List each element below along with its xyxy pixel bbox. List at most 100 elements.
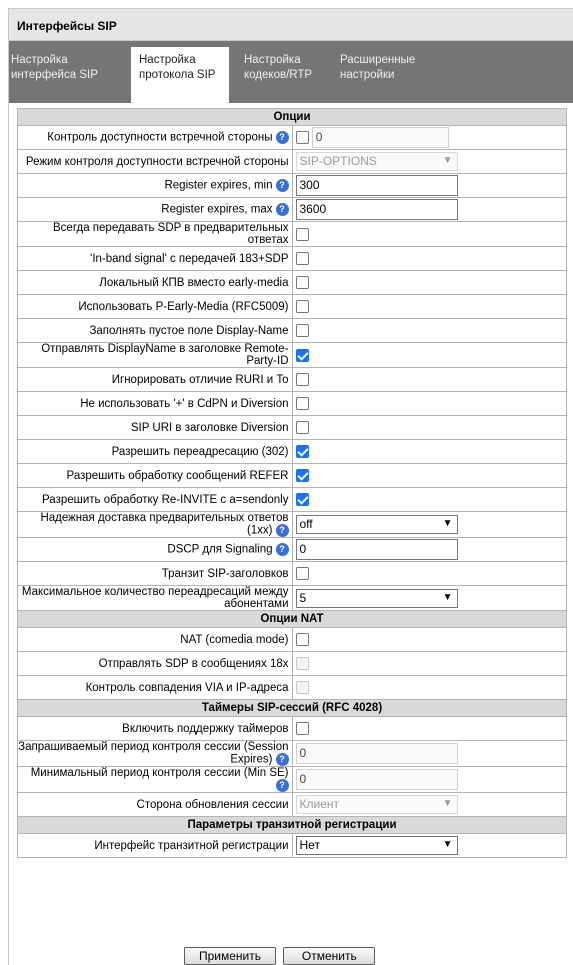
row-remote-control: Контроль доступности встречной стороны? …	[17, 125, 567, 150]
label-text: Минимальный период контроля сессии (Min …	[30, 767, 289, 779]
row-label: Заполнять пустое поле Display-Name	[17, 318, 293, 343]
help-icon[interactable]: ?	[275, 524, 289, 537]
row-control	[291, 627, 567, 652]
local-kpv-checkbox[interactable]	[295, 276, 309, 289]
row-label: Отправлять SDP в сообщениях 18x	[17, 651, 293, 676]
help-icon[interactable]: ?	[275, 753, 289, 766]
row-label: Разрешить переадресацию (302)	[17, 439, 293, 464]
section-header-transit: Параметры транзитной регистрации	[17, 816, 567, 834]
tab-codecs-rtp[interactable]: Настройка кодеков/RTP	[244, 49, 330, 97]
row-label: Включить поддержку таймеров	[17, 716, 293, 741]
select-value: Клиент	[299, 797, 340, 811]
transit-interface-select[interactable]: Нет ▼	[295, 836, 458, 855]
row-label: Разрешить обработку сообщений REFER	[17, 463, 293, 488]
min-se-input[interactable]: 0	[295, 769, 458, 790]
row-control: 5 ▼	[291, 585, 567, 611]
row-control: Клиент ▼	[291, 792, 567, 817]
tab-sip-protocol[interactable]: Настройка протокола SIP	[131, 47, 229, 103]
label-text: Контроль доступности встречной стороны	[47, 131, 273, 144]
row-control	[291, 675, 567, 700]
tab-label: Настройка	[11, 54, 68, 66]
row-label: Игнорировать отличие RURI и To	[17, 367, 293, 392]
row-refer: Разрешить обработку сообщений REFER	[17, 463, 567, 488]
select-value: off	[299, 517, 313, 531]
row-control	[291, 342, 567, 368]
refresher-select[interactable]: Клиент ▼	[295, 795, 458, 814]
timers-enable-checkbox[interactable]	[295, 722, 309, 735]
help-icon[interactable]: ?	[275, 179, 289, 192]
help-icon[interactable]: ?	[275, 779, 289, 792]
apply-button[interactable]: Применить	[184, 947, 276, 965]
remote-control-timeout-input[interactable]: 0	[311, 127, 449, 148]
dscp-signaling-input[interactable]: 0	[295, 539, 458, 560]
row-label: Минимальный период контроля сессии (Min …	[17, 766, 293, 793]
tab-label: настройки	[340, 69, 395, 81]
register-expires-min-input[interactable]: 300	[295, 175, 458, 196]
section-header-nat: Опции NAT	[17, 610, 567, 628]
p-early-media-checkbox[interactable]	[295, 300, 309, 313]
row-transit-iface: Интерфейс транзитной регистрации Нет ▼	[17, 833, 567, 858]
row-dscp: DSCP для Signaling? 0	[17, 537, 567, 562]
session-expires-input[interactable]: 0	[295, 743, 458, 764]
register-expires-max-input[interactable]: 3600	[295, 199, 458, 220]
tab-label: протокола SIP	[139, 69, 216, 81]
tab-label: Настройка	[139, 54, 196, 66]
display-name-checkbox[interactable]	[295, 324, 309, 337]
reinvite-sendonly-checkbox[interactable]	[295, 493, 309, 506]
help-icon[interactable]: ?	[275, 543, 289, 556]
reliable-1xx-select[interactable]: off ▼	[295, 515, 458, 534]
row-control	[291, 415, 567, 440]
row-label: Локальный КПВ вместо early-media	[17, 270, 293, 295]
no-plus-checkbox[interactable]	[295, 397, 309, 410]
tab-label: интерфейса SIP	[11, 69, 98, 81]
row-sip-uri: SIP URI в заголовке Diversion	[17, 415, 567, 440]
sdp-prelim-checkbox[interactable]	[295, 227, 309, 241]
chevron-down-icon: ▼	[442, 839, 453, 850]
refer-checkbox[interactable]	[295, 469, 309, 482]
row-no-plus: Не использовать '+' в CdPN и Diversion	[17, 391, 567, 416]
row-label: Интерфейс транзитной регистрации	[17, 833, 293, 858]
tab-advanced[interactable]: Расширенные настройки	[340, 49, 440, 97]
row-label: Использовать P-Early-Media (RFC5009)	[17, 294, 293, 319]
row-control	[291, 318, 567, 343]
chevron-down-icon: ▼	[442, 591, 453, 603]
remote-mode-select[interactable]: SIP-OPTIONS ▼	[295, 152, 458, 171]
ignore-ruri-checkbox[interactable]	[295, 373, 309, 386]
row-label: Register expires, max?	[17, 197, 293, 222]
row-p-early: Использовать P-Early-Media (RFC5009)	[17, 294, 567, 319]
row-label: Контроль совпадения VIA и IP-адреса	[17, 675, 293, 700]
row-label: 'In-band signal' с передачей 183+SDP	[17, 246, 293, 271]
transit-headers-checkbox[interactable]	[295, 567, 309, 580]
tab-sip-interface[interactable]: Настройка интерфейса SIP	[11, 49, 121, 97]
tab-bar: Настройка интерфейса SIP Настройка прото…	[9, 41, 573, 103]
row-label: Register expires, min?	[17, 173, 293, 198]
nat-comedia-checkbox[interactable]	[295, 633, 309, 646]
remote-control-checkbox[interactable]	[295, 131, 309, 144]
row-label: Всегда передавать SDP в предварительных …	[17, 221, 293, 247]
row-remote-mode: Режим контроля доступности встречной сто…	[17, 149, 567, 174]
help-icon[interactable]: ?	[275, 203, 289, 216]
row-control	[291, 463, 567, 488]
cancel-button[interactable]: Отменить	[283, 947, 376, 965]
label-text: Register expires, max	[161, 203, 273, 216]
row-control	[291, 391, 567, 416]
row-rpid: Отправлять DisplayName в заголовке Remot…	[17, 342, 567, 368]
redirect-302-checkbox[interactable]	[295, 445, 309, 458]
row-label: SIP URI в заголовке Diversion	[17, 415, 293, 440]
rpid-checkbox[interactable]	[295, 348, 309, 362]
help-icon[interactable]: ?	[275, 131, 289, 144]
row-sdp-prelim: Всегда передавать SDP в предварительных …	[17, 221, 567, 247]
row-session-expires: Запрашиваемый период контроля сессии (Se…	[17, 740, 567, 767]
row-register-max: Register expires, max? 3600	[17, 197, 567, 222]
max-redirect-select[interactable]: 5 ▼	[295, 588, 458, 608]
row-control	[291, 561, 567, 586]
row-control	[291, 439, 567, 464]
row-register-min: Register expires, min? 300	[17, 173, 567, 198]
sdp-18x-checkbox[interactable]	[295, 657, 309, 670]
select-value: SIP-OPTIONS	[299, 154, 377, 168]
row-local-kpv: Локальный КПВ вместо early-media	[17, 270, 567, 295]
inband-checkbox[interactable]	[295, 252, 309, 265]
via-ip-checkbox[interactable]	[295, 681, 309, 694]
sip-uri-diversion-checkbox[interactable]	[295, 421, 309, 434]
chevron-down-icon: ▼	[442, 518, 453, 529]
